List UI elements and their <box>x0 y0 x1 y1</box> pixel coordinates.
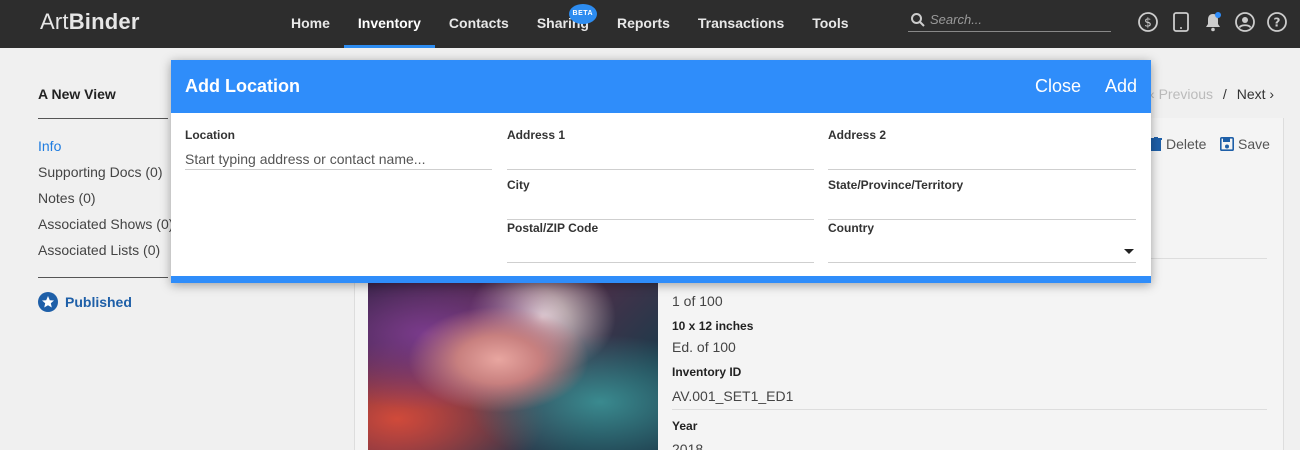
top-navigation-bar: ArtBinder Home Inventory Contacts Sharin… <box>0 0 1300 48</box>
state-input[interactable] <box>828 198 1136 220</box>
beta-badge: BETA <box>568 4 597 24</box>
address1-label: Address 1 <box>507 128 566 142</box>
country-field: Country <box>828 221 1136 263</box>
nav-inventory[interactable]: Inventory <box>343 0 435 48</box>
nav-reports[interactable]: Reports <box>603 0 684 48</box>
address1-input[interactable] <box>507 148 814 170</box>
tablet-icon[interactable] <box>1170 11 1192 33</box>
bell-notification-icon[interactable] <box>1202 11 1224 33</box>
address1-field: Address 1 <box>507 128 814 170</box>
search-input[interactable] <box>930 12 1110 27</box>
modal-header: Add Location Close Add <box>171 60 1151 113</box>
address2-field: Address 2 <box>828 128 1136 170</box>
location-input[interactable] <box>185 148 492 170</box>
city-label: City <box>507 178 530 192</box>
close-button[interactable]: Close <box>1035 76 1081 97</box>
location-field: Location <box>185 128 492 170</box>
nav-contacts[interactable]: Contacts <box>435 0 523 48</box>
add-location-modal: Add Location Close Add Location Address … <box>171 60 1151 283</box>
search-box <box>908 10 1111 32</box>
user-account-icon[interactable] <box>1234 11 1256 33</box>
city-field: City <box>507 178 814 220</box>
address2-input[interactable] <box>828 148 1136 170</box>
postal-code-input[interactable] <box>507 241 814 263</box>
address2-label: Address 2 <box>828 128 887 142</box>
modal-footer-bar <box>171 276 1151 283</box>
location-label: Location <box>185 128 235 142</box>
modal-title: Add Location <box>185 76 300 96</box>
dollar-circle-icon[interactable]: $ <box>1137 11 1159 33</box>
search-icon <box>911 13 925 27</box>
country-select[interactable] <box>828 241 1136 263</box>
svg-text:?: ? <box>1274 16 1281 30</box>
nav-sharing[interactable]: Sharing BETA <box>523 0 603 48</box>
state-field: State/Province/Territory <box>828 178 1136 220</box>
svg-text:$: $ <box>1144 16 1152 30</box>
postal-code-label: Postal/ZIP Code <box>507 221 599 235</box>
city-input[interactable] <box>507 198 814 220</box>
main-nav: Home Inventory Contacts Sharing BETA Rep… <box>277 0 863 48</box>
add-button[interactable]: Add <box>1105 76 1137 97</box>
help-circle-icon[interactable]: ? <box>1266 11 1288 33</box>
state-label: State/Province/Territory <box>828 178 964 192</box>
nav-tools[interactable]: Tools <box>798 0 862 48</box>
postal-code-field: Postal/ZIP Code <box>507 221 814 263</box>
nav-home[interactable]: Home <box>277 0 344 48</box>
nav-transactions[interactable]: Transactions <box>684 0 798 48</box>
caret-down-icon <box>1124 249 1134 254</box>
app-logo[interactable]: ArtBinder <box>40 9 140 35</box>
country-label: Country <box>828 221 874 235</box>
